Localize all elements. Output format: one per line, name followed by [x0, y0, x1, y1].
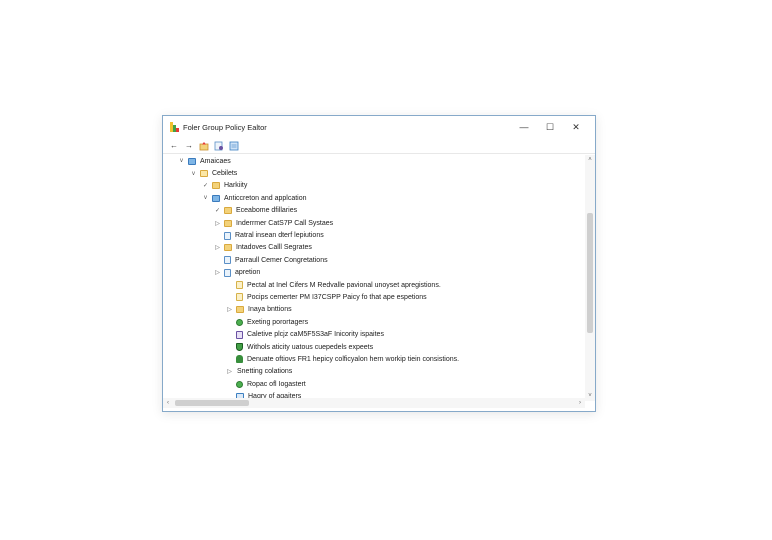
folder-up-icon: [199, 141, 209, 150]
policy-tree[interactable]: v Amaicaes v Cebilets ✓ Harkiity v Anticcreton …: [163, 155, 583, 401]
expand-toggle-icon[interactable]: ▷: [213, 220, 222, 227]
expand-toggle-icon[interactable]: ▷: [213, 269, 222, 276]
tree-item[interactable]: ▷ Inderrmer CatS7P Call Systaes: [163, 217, 583, 229]
app-icon: [170, 122, 179, 132]
scroll-down-icon[interactable]: ˅: [585, 391, 595, 401]
tree-item-label: Parraull Cemer Congretations: [235, 256, 328, 264]
tree-item-label: Intadoves Calll Segrates: [236, 244, 312, 252]
forward-button[interactable]: →: [183, 140, 195, 152]
green-gear-icon: [236, 380, 243, 388]
tree-item[interactable]: ▷ Snetting colations: [163, 366, 583, 378]
properties-icon: [214, 141, 223, 150]
tree-item-label: Eceabome dfillaries: [236, 207, 298, 215]
tree-item[interactable]: v Amaicaes: [163, 155, 583, 167]
tree-item-label: Cebilets: [212, 170, 238, 178]
maximize-button[interactable]: ☐: [537, 116, 563, 138]
expand-toggle-icon[interactable]: v: [189, 171, 198, 177]
toolbar-divider: [163, 153, 595, 154]
computer-icon: [188, 157, 196, 165]
tree-item[interactable]: v Anticcreton and applcation: [163, 192, 583, 204]
tree-item-label: Pocips cemerter PM I37CSPP Paicy fo that…: [247, 293, 427, 301]
properties-button[interactable]: [213, 140, 225, 152]
tree-item-label: Harkiity: [224, 182, 248, 190]
expand-toggle-icon[interactable]: ▷: [225, 306, 234, 313]
policy-file-icon: [236, 293, 243, 302]
title-bar[interactable]: Foler Group Policy Ealtor — ☐ ✕: [163, 116, 595, 138]
expand-toggle-icon[interactable]: ▷: [225, 368, 234, 375]
person-icon: [236, 355, 243, 364]
tree-item[interactable]: Pocips cemerter PM I37CSPP Paicy fo that…: [163, 291, 583, 303]
settings-file-icon: [224, 256, 231, 265]
close-button[interactable]: ✕: [563, 116, 589, 138]
vertical-scroll-thumb[interactable]: [587, 213, 593, 333]
folder-icon: [224, 207, 232, 215]
tree-item[interactable]: Parraull Cemer Congretations: [163, 254, 583, 266]
scroll-up-icon[interactable]: ˄: [585, 155, 595, 165]
policy-file-icon: [236, 281, 243, 290]
tree-item[interactable]: ✓ Eceabome dfillaries: [163, 205, 583, 217]
tree-item-label: Amaicaes: [200, 157, 231, 165]
folder-icon: [212, 182, 220, 190]
expand-toggle-icon[interactable]: ▷: [213, 244, 222, 251]
green-gear-icon: [236, 318, 243, 326]
view-button[interactable]: [228, 140, 240, 152]
tree-item-label: apretion: [235, 269, 261, 277]
expand-toggle-icon[interactable]: v: [177, 158, 186, 164]
tree-item-label: Withols aticity uatous cuepedels expeets: [247, 343, 374, 351]
window-controls: — ☐ ✕: [511, 116, 589, 138]
tree-item-label: Exeting porortagers: [247, 318, 309, 326]
scroll-left-icon[interactable]: ‹: [163, 398, 173, 408]
expand-toggle-icon[interactable]: ✓: [201, 182, 210, 189]
scroll-right-icon[interactable]: ›: [575, 398, 585, 408]
minimize-button[interactable]: —: [511, 116, 537, 138]
tree-item[interactable]: ▷ Inaya bnttions: [163, 304, 583, 316]
folder-open-icon: [200, 170, 208, 178]
expand-toggle-icon[interactable]: v: [201, 195, 210, 201]
tree-item-label: Denuate oftiovs FR1 hepicy colficyalon h…: [247, 355, 460, 363]
settings-file-icon: [224, 268, 231, 277]
pen-doc-icon: [236, 330, 243, 339]
computer-icon: [212, 194, 220, 202]
list-view-icon: [229, 141, 239, 150]
tree-item[interactable]: Denuate oftiovs FR1 hepicy colficyalon h…: [163, 353, 583, 365]
back-button[interactable]: ←: [168, 140, 180, 152]
tree-item[interactable]: Ropac ofl Iogastert: [163, 378, 583, 390]
tree-item-label: Caletive plcjz caM5F5S3aF Inicority ispa…: [247, 331, 384, 339]
tree-item[interactable]: Ratral insean dterf lepiutions: [163, 229, 583, 241]
horizontal-scrollbar[interactable]: ‹ ›: [163, 398, 585, 408]
tree-item-label: Ropac ofl Iogastert: [247, 380, 306, 388]
toolbar: ← →: [163, 138, 595, 153]
tree-item[interactable]: Withols aticity uatous cuepedels expeets: [163, 341, 583, 353]
tree-item[interactable]: Exeting porortagers: [163, 316, 583, 328]
tree-item-label: Pectal at Inel Cifers M Redvalle paviona…: [247, 281, 441, 289]
settings-file-icon: [224, 231, 231, 240]
shield-icon: [236, 343, 243, 352]
folder-icon: [236, 306, 244, 314]
tree-item-label: Anticcreton and applcation: [224, 194, 307, 202]
tree-item[interactable]: Pectal at Inel Cifers M Redvalle paviona…: [163, 279, 583, 291]
tree-item[interactable]: ▷ apretion: [163, 267, 583, 279]
tree-item-label: Ratral insean dterf lepiutions: [235, 232, 324, 240]
window-title: Foler Group Policy Ealtor: [183, 122, 267, 132]
up-folder-button[interactable]: [198, 140, 210, 152]
tree-item-label: Inderrmer CatS7P Call Systaes: [236, 219, 334, 227]
horizontal-scroll-thumb[interactable]: [175, 400, 249, 406]
vertical-scrollbar[interactable]: ˄ ˅: [585, 155, 595, 401]
folder-icon: [224, 219, 232, 227]
group-policy-editor-window: Foler Group Policy Ealtor — ☐ ✕ ← → v Am…: [162, 115, 596, 412]
tree-item[interactable]: v Cebilets: [163, 167, 583, 179]
tree-item-label: Inaya bnttions: [248, 306, 292, 314]
expand-toggle-icon[interactable]: ✓: [213, 207, 222, 214]
folder-icon: [224, 244, 232, 252]
tree-item[interactable]: Caletive plcjz caM5F5S3aF Inicority ispa…: [163, 328, 583, 340]
tree-item[interactable]: ✓ Harkiity: [163, 180, 583, 192]
tree-item-label: Snetting colations: [237, 368, 293, 376]
tree-item[interactable]: ▷ Intadoves Calll Segrates: [163, 242, 583, 254]
